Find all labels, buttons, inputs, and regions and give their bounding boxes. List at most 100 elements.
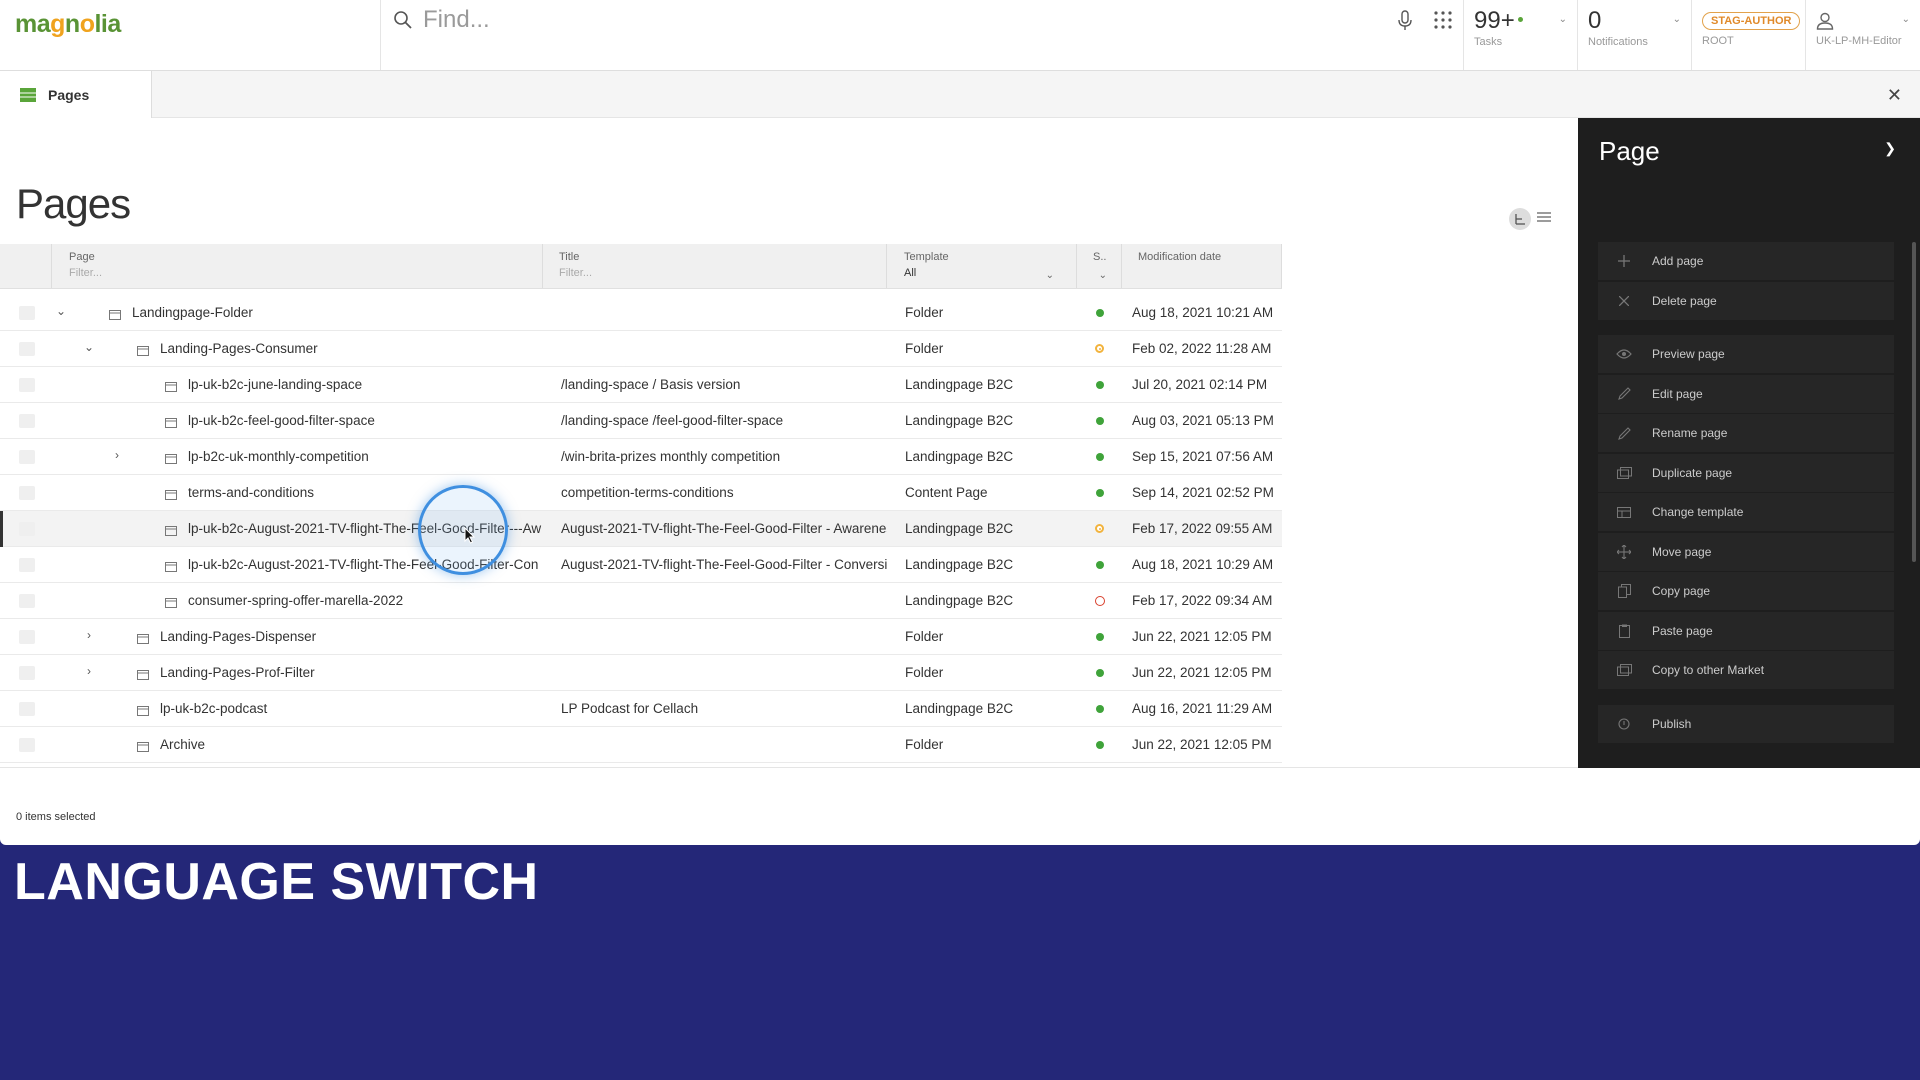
action-label: Move page [1652, 544, 1712, 559]
row-checkbox[interactable] [19, 665, 35, 680]
magnolia-logo[interactable]: magnolia [0, 0, 381, 70]
column-status: S.. ⌄ [1077, 244, 1122, 288]
action-rename-page[interactable]: Rename page [1598, 414, 1894, 452]
table-row[interactable]: Archive Folder Jun 22, 2021 12:05 PM [0, 727, 1282, 763]
row-checkbox[interactable] [19, 593, 35, 608]
row-checkbox[interactable] [19, 449, 35, 464]
table-row[interactable]: ⌄ Landing-Pages-Consumer Folder Feb 02, … [0, 331, 1282, 367]
mouse-cursor-icon [464, 527, 476, 544]
chevron-down-icon[interactable]: ⌄ [1046, 270, 1054, 281]
action-preview-page[interactable]: Preview page [1598, 335, 1894, 373]
template-cell: Folder [905, 341, 944, 356]
action-edit-page[interactable]: Edit page [1598, 374, 1894, 413]
table-row[interactable]: lp-uk-b2c-feel-good-filter-space /landin… [0, 403, 1282, 439]
panel-scrollbar[interactable] [1912, 242, 1916, 562]
action-copy-to-other-market[interactable]: Copy to other Market [1598, 651, 1894, 689]
page-cell[interactable]: Archive [52, 727, 543, 763]
action-paste-page[interactable]: Paste page [1598, 611, 1894, 650]
page-cell[interactable]: consumer-spring-offer-marella-2022 [52, 583, 543, 619]
list-view-icon[interactable] [1537, 210, 1551, 228]
row-checkbox[interactable] [19, 557, 35, 572]
table-row[interactable]: lp-uk-b2c-August-2021-TV-flight-The-Feel… [0, 511, 1282, 547]
chevron-down-icon[interactable]: ⌄ [1559, 14, 1567, 25]
table-row[interactable]: › lp-b2c-uk-monthly-competition /win-bri… [0, 439, 1282, 475]
row-checkbox[interactable] [19, 521, 35, 536]
row-checkbox[interactable] [19, 485, 35, 500]
table-row[interactable]: lp-uk-b2c-podcast LP Podcast for Cellach… [0, 691, 1282, 727]
page-cell[interactable]: ⌄ Landingpage-Folder [52, 295, 543, 331]
status-dot-icon [1095, 704, 1104, 713]
table-row[interactable]: terms-and-conditions competition-terms-c… [0, 475, 1282, 511]
tab-pages[interactable]: Pages [0, 71, 152, 118]
page-icon [165, 524, 177, 539]
table-row[interactable]: › Landing-Pages-Dispenser Folder Jun 22,… [0, 619, 1282, 655]
chevron-right-icon[interactable]: › [110, 448, 124, 462]
row-checkbox[interactable] [19, 341, 35, 356]
microphone-icon[interactable] [1397, 10, 1413, 32]
action-copy-page[interactable]: Copy page [1598, 572, 1894, 610]
row-checkbox[interactable] [19, 737, 35, 752]
tree-view-icon[interactable] [1509, 208, 1531, 230]
close-icon[interactable]: ✕ [1887, 85, 1902, 106]
user-menu[interactable]: UK-LP-MH-Editor ⌄ [1806, 0, 1920, 70]
row-checkbox[interactable] [19, 305, 35, 320]
action-publish[interactable]: Publish [1598, 704, 1894, 743]
app-launcher-icon[interactable] [1433, 10, 1453, 30]
notifications-indicator[interactable]: 0 Notifications ⌄ [1578, 0, 1692, 70]
chevron-down-icon[interactable]: ⌄ [54, 304, 68, 318]
table-row[interactable]: › Landing-Pages-Prof-Filter Folder Jun 2… [0, 655, 1282, 691]
environment-indicator[interactable]: STAG-AUTHOR ROOT [1692, 0, 1806, 70]
template-icon [1616, 506, 1632, 518]
action-change-template[interactable]: Change template [1598, 493, 1894, 531]
duplicate-icon [1616, 466, 1632, 479]
page-cell[interactable]: ⌄ Landing-Pages-Consumer [52, 331, 543, 367]
tasks-indicator[interactable]: 99+ Tasks ⌄ [1464, 0, 1578, 70]
env-sub: ROOT [1702, 35, 1734, 47]
modified-cell: Aug 18, 2021 10:21 AM [1132, 305, 1274, 320]
page-cell[interactable]: lp-uk-b2c-podcast [52, 691, 543, 727]
template-cell: Folder [905, 665, 944, 680]
table-row[interactable]: lp-uk-b2c-August-2021-TV-flight-The-Feel… [0, 547, 1282, 583]
action-duplicate-page[interactable]: Duplicate page [1598, 453, 1894, 492]
table-row[interactable]: ⌄ Landingpage-Folder Folder Aug 18, 2021… [0, 295, 1282, 331]
move-icon [1616, 544, 1632, 559]
row-checkbox[interactable] [19, 413, 35, 428]
modified-cell: Aug 16, 2021 11:29 AM [1132, 701, 1273, 716]
logo-text: magnolia [15, 10, 121, 38]
action-add-page[interactable]: Add page [1598, 242, 1894, 280]
page-cell[interactable]: lp-uk-b2c-june-landing-space [52, 367, 543, 403]
header-select [0, 244, 52, 288]
row-checkbox[interactable] [19, 377, 35, 392]
row-checkbox[interactable] [19, 701, 35, 716]
column-page-label: Page [69, 251, 95, 263]
chevron-right-icon[interactable]: ❯ [1884, 140, 1896, 157]
chevron-right-icon[interactable]: › [82, 628, 96, 642]
status-dot-icon [1095, 308, 1104, 317]
page-icon [109, 308, 121, 323]
table-row[interactable]: consumer-spring-offer-marella-2022 Landi… [0, 583, 1282, 619]
search-input[interactable] [423, 4, 1323, 36]
page-cell[interactable]: › Landing-Pages-Prof-Filter [52, 655, 543, 691]
page-cell[interactable]: › lp-b2c-uk-monthly-competition [52, 439, 543, 475]
chevron-down-icon[interactable]: ⌄ [82, 340, 96, 354]
chevron-down-icon[interactable]: ⌄ [1902, 14, 1910, 25]
template-cell: Landingpage B2C [905, 377, 1014, 392]
action-delete-page[interactable]: Delete page [1598, 281, 1894, 320]
chevron-down-icon[interactable]: ⌄ [1673, 14, 1681, 25]
chevron-right-icon[interactable]: › [82, 664, 96, 678]
modified-cell: Aug 03, 2021 05:13 PM [1132, 413, 1274, 428]
clipboard-icon [1616, 624, 1632, 638]
title-cell: /landing-space / Basis version [561, 377, 741, 392]
status-dot-icon [1095, 488, 1104, 497]
table-row[interactable]: lp-uk-b2c-june-landing-space /landing-sp… [0, 367, 1282, 403]
page-cell[interactable]: lp-uk-b2c-feel-good-filter-space [52, 403, 543, 439]
page-filter-input[interactable]: Filter... [69, 267, 542, 279]
page-cell[interactable]: › Landing-Pages-Dispenser [52, 619, 543, 655]
status-dot-icon [1095, 452, 1104, 461]
title-filter-input[interactable]: Filter... [559, 267, 886, 279]
row-checkbox[interactable] [19, 629, 35, 644]
action-label: Copy to other Market [1652, 663, 1765, 677]
template-cell: Landingpage B2C [905, 413, 1014, 428]
chevron-down-icon[interactable]: ⌄ [1099, 270, 1107, 281]
action-move-page[interactable]: Move page [1598, 532, 1894, 571]
